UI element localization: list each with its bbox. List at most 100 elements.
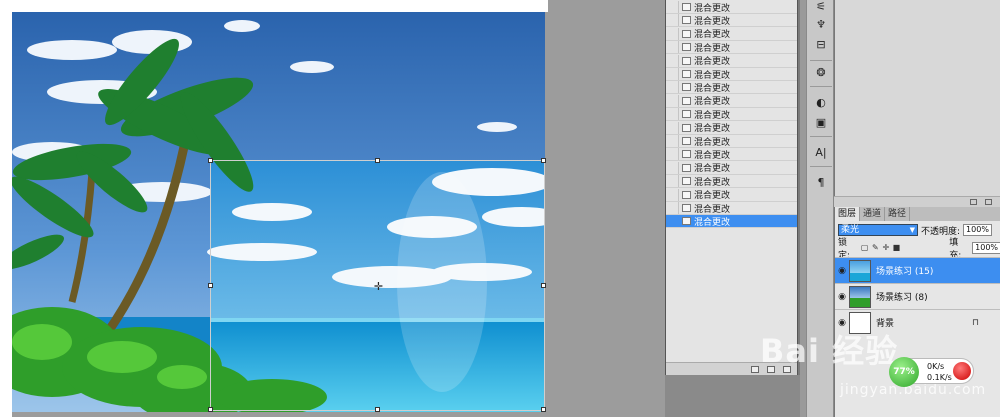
history-state-row[interactable]: 混合更改 [666,41,797,55]
history-state-row[interactable]: 混合更改 [666,175,797,189]
history-state-row[interactable]: 混合更改 [666,81,797,95]
history-state-row[interactable]: 混合更改 [666,202,797,215]
history-brush-source-box[interactable] [666,202,679,214]
history-state-label: 混合更改 [694,30,731,41]
layer-row[interactable]: ◉ 场景练习 (8) [835,283,1000,309]
history-panel-footer [666,362,797,375]
history-state-label: 混合更改 [694,3,731,14]
history-state-row[interactable]: 混合更改 [666,148,797,162]
lock-pixels-icon[interactable]: ✎ [872,244,880,252]
history-state-label: 混合更改 [694,124,731,135]
memory-percent-badge: 77% [889,357,919,387]
history-brush-source-box[interactable] [666,27,679,40]
transform-handle-top[interactable] [375,158,380,163]
history-state-icon [682,190,691,199]
history-state-row[interactable]: 混合更改 [666,27,797,41]
history-state-row[interactable]: 混合更改 [666,121,797,135]
paragraph-icon[interactable]: ¶ [813,176,829,190]
color-icon[interactable]: ◐ [813,96,829,110]
history-state-row[interactable]: 混合更改 [666,54,797,68]
history-state-icon [682,43,691,52]
history-state-icon [682,204,691,212]
delete-state-icon[interactable] [783,365,791,373]
layers-panel: 图层 通道 路径 柔光 ▼ 不透明度: 100% 锁定: ▢ ✎ ✛ ■ 填充: … [834,207,1000,417]
history-brush-source-box[interactable] [666,81,679,94]
stamp-icon[interactable]: ⊟ [813,38,829,52]
history-state-row[interactable]: 混合更改 [666,215,797,229]
layer-visibility-eye-icon[interactable]: ◉ [835,318,849,328]
character-icon[interactable]: A| [813,146,829,160]
history-state-icon [682,110,691,119]
history-brush-source-box[interactable] [666,215,679,228]
history-state-icon [682,163,691,172]
history-brush-source-box[interactable] [666,1,679,13]
history-state-label: 混合更改 [694,177,731,188]
clone-source-icon[interactable]: ♆ [813,18,829,32]
lock-position-icon[interactable]: ✛ [882,244,890,252]
history-state-row[interactable]: 混合更改 [666,161,797,175]
history-brush-source-box[interactable] [666,108,679,121]
swatches-icon[interactable]: ▣ [813,116,829,130]
history-brush-source-box[interactable] [666,188,679,201]
reference-point-icon[interactable]: ✛ [373,281,384,292]
new-document-from-state-icon[interactable] [751,365,759,373]
history-brush-source-box[interactable] [666,135,679,147]
layer-name[interactable]: 场景练习 (15) [876,264,933,277]
new-snapshot-icon[interactable] [767,365,775,373]
transform-handle-bottom-right[interactable] [541,407,546,412]
upload-speed: 0K/s [927,362,945,371]
fill-field[interactable]: 100% [972,242,1000,254]
history-state-row[interactable]: 混合更改 [666,14,797,28]
history-state-icon [682,29,691,38]
adjust-sliders-icon[interactable]: ⚟ [813,0,829,14]
history-state-row[interactable]: 混合更改 [666,1,797,14]
history-brush-source-box[interactable] [666,121,679,134]
history-state-label: 混合更改 [694,191,731,202]
panel-new-icon[interactable] [970,199,977,205]
tab-layers[interactable]: 图层 [835,207,861,221]
history-brush-source-box[interactable] [666,41,679,54]
free-transform-box[interactable]: ✛ [208,158,546,412]
history-state-icon [682,150,691,159]
history-brush-source-box[interactable] [666,94,679,107]
layer-visibility-eye-icon[interactable]: ◉ [835,266,849,276]
brushes-icon[interactable]: ❂ [813,66,829,80]
history-brush-source-box[interactable] [666,14,679,27]
network-speed-widget[interactable]: 77% 0K/s 0.1K/s [889,357,974,387]
history-state-label: 混合更改 [694,137,731,148]
history-state-row[interactable]: 混合更改 [666,188,797,202]
layers-panel-tabs: 图层 通道 路径 [835,207,1000,221]
history-state-row[interactable]: 混合更改 [666,68,797,81]
tab-channels[interactable]: 通道 [860,207,886,221]
history-brush-source-box[interactable] [666,175,679,188]
history-state-row[interactable]: 混合更改 [666,94,797,108]
chevron-down-icon: ▼ [909,226,915,234]
history-state-icon [682,16,691,25]
history-state-row[interactable]: 混合更改 [666,135,797,148]
transform-handle-right[interactable] [541,283,546,288]
layer-row[interactable]: ◉ 背景 ⊓ [835,309,1000,335]
history-panel: 混合更改 混合更改 混合更改 混合更改 混合更改 混合更改 混合更改 混合更改 混合更改 混合更改… [665,0,798,375]
history-state-icon [682,3,691,11]
transform-handle-left[interactable] [208,283,213,288]
history-brush-source-box[interactable] [666,68,679,80]
history-brush-source-box[interactable] [666,148,679,161]
transform-handle-top-left[interactable] [208,158,213,163]
tab-paths[interactable]: 路径 [885,207,911,221]
lock-transparency-icon[interactable]: ▢ [861,244,869,252]
transform-handle-bottom-left[interactable] [208,407,213,412]
layer-visibility-eye-icon[interactable]: ◉ [835,292,849,302]
transform-handle-top-right[interactable] [541,158,546,163]
lock-all-icon[interactable]: ■ [893,244,901,252]
layer-name[interactable]: 背景 [876,316,894,329]
history-state-icon [682,96,691,105]
layer-name[interactable]: 场景练习 (8) [876,290,928,303]
history-brush-source-box[interactable] [666,161,679,174]
layer-row[interactable]: ◉ 场景练习 (15) [835,257,1000,283]
panel-delete-icon[interactable] [985,199,992,205]
transform-handle-bottom[interactable] [375,407,380,412]
history-state-label: 混合更改 [694,83,731,94]
history-state-row[interactable]: 混合更改 [666,108,797,122]
history-state-label: 混合更改 [694,150,731,161]
history-brush-source-box[interactable] [666,54,679,67]
